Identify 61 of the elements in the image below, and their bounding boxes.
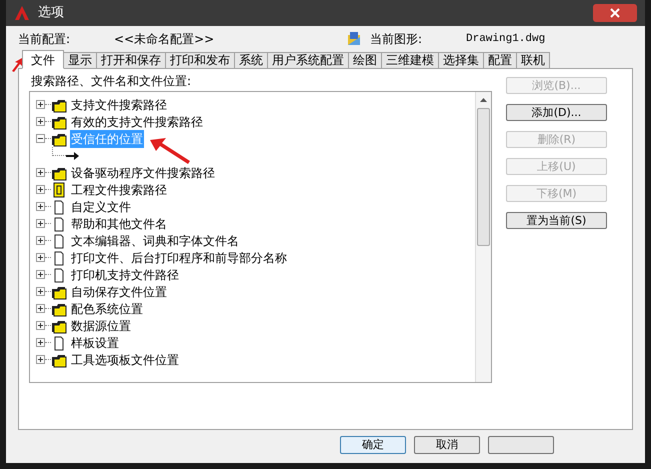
expand-icon[interactable] xyxy=(36,202,45,211)
tree-item[interactable]: 配色系统位置 xyxy=(70,300,144,318)
expand-icon[interactable] xyxy=(36,117,45,126)
tree-item[interactable]: 样板设置 xyxy=(70,334,120,352)
tab[interactable]: 系统 xyxy=(234,52,268,69)
expand-icon[interactable] xyxy=(36,168,45,177)
tree-item[interactable]: 自动保存文件位置 xyxy=(70,282,168,300)
tree-item[interactable]: 文本编辑器、词典和字体文件名 xyxy=(70,232,240,250)
drawing-label: 当前图形: xyxy=(370,31,424,48)
tree-item[interactable]: 帮助和其他文件名 xyxy=(70,214,168,232)
tab[interactable]: 打开和保存 xyxy=(96,52,166,69)
tree-item[interactable]: 设备驱动程序文件搜索路径 xyxy=(70,164,216,182)
binder-icon xyxy=(51,182,67,198)
tab[interactable]: 联机 xyxy=(516,52,550,69)
drawing-value: Drawing1.dwg xyxy=(466,32,546,47)
scroll-up-icon xyxy=(480,98,487,102)
collapse-icon[interactable] xyxy=(36,134,45,143)
annotation-arrow xyxy=(12,58,24,72)
tree-item[interactable]: 有效的支持文件搜索路径 xyxy=(70,112,204,130)
tree-item[interactable]: 打印机支持文件路径 xyxy=(70,266,180,284)
tab[interactable]: 配置 xyxy=(483,52,517,69)
expand-icon[interactable] xyxy=(36,100,45,109)
close-icon xyxy=(610,8,620,18)
tab[interactable]: 打印和发布 xyxy=(165,52,235,69)
dialog-button[interactable]: 确定 xyxy=(340,436,406,454)
profile-label: 当前配置: xyxy=(18,31,72,48)
expand-icon[interactable] xyxy=(36,338,45,347)
annotation-arrow xyxy=(150,138,190,164)
tree-item[interactable]: 工程文件搜索路径 xyxy=(70,180,168,198)
expand-icon[interactable] xyxy=(36,185,45,194)
expand-icon[interactable] xyxy=(36,355,45,364)
expand-icon[interactable] xyxy=(36,321,45,330)
side-button[interactable]: 添加(D)... xyxy=(506,104,607,121)
dialog-button[interactable] xyxy=(488,436,554,454)
drawing-icon xyxy=(346,31,362,47)
expand-icon[interactable] xyxy=(36,236,45,245)
arrow-icon xyxy=(66,150,80,160)
window-title: 选项 xyxy=(38,4,64,22)
dialog-button[interactable]: 取消 xyxy=(414,436,480,454)
scrollbar-thumb[interactable] xyxy=(477,108,490,246)
expand-icon[interactable] xyxy=(36,253,45,262)
expand-icon[interactable] xyxy=(36,287,45,296)
profile-value: <<未命名配置>> xyxy=(114,31,216,48)
scrollbar[interactable] xyxy=(475,92,491,382)
tab[interactable]: 三维建模 xyxy=(381,52,439,69)
expand-icon[interactable] xyxy=(36,304,45,313)
expand-icon[interactable] xyxy=(36,270,45,279)
tree-item[interactable]: 数据源位置 xyxy=(70,316,132,334)
expand-icon[interactable] xyxy=(36,219,45,228)
tab[interactable]: 文件 xyxy=(22,50,64,69)
side-button[interactable]: 置为当前(S) xyxy=(506,212,607,229)
tab[interactable]: 选择集 xyxy=(438,52,484,69)
tree-label: 搜索路径、文件名和文件位置: xyxy=(31,73,192,90)
tree-item[interactable]: 工具选项板文件位置 xyxy=(70,350,180,368)
tree-item[interactable]: 支持文件搜索路径 xyxy=(70,96,168,114)
tree-item[interactable]: 自定义文件 xyxy=(70,198,132,216)
tree-item[interactable]: 打印文件、后台打印程序和前导部分名称 xyxy=(70,248,288,266)
tab[interactable]: 用户系统配置 xyxy=(267,52,349,69)
app-logo-icon xyxy=(14,5,30,21)
tab[interactable]: 绘图 xyxy=(348,52,382,69)
close-button[interactable] xyxy=(593,4,637,22)
